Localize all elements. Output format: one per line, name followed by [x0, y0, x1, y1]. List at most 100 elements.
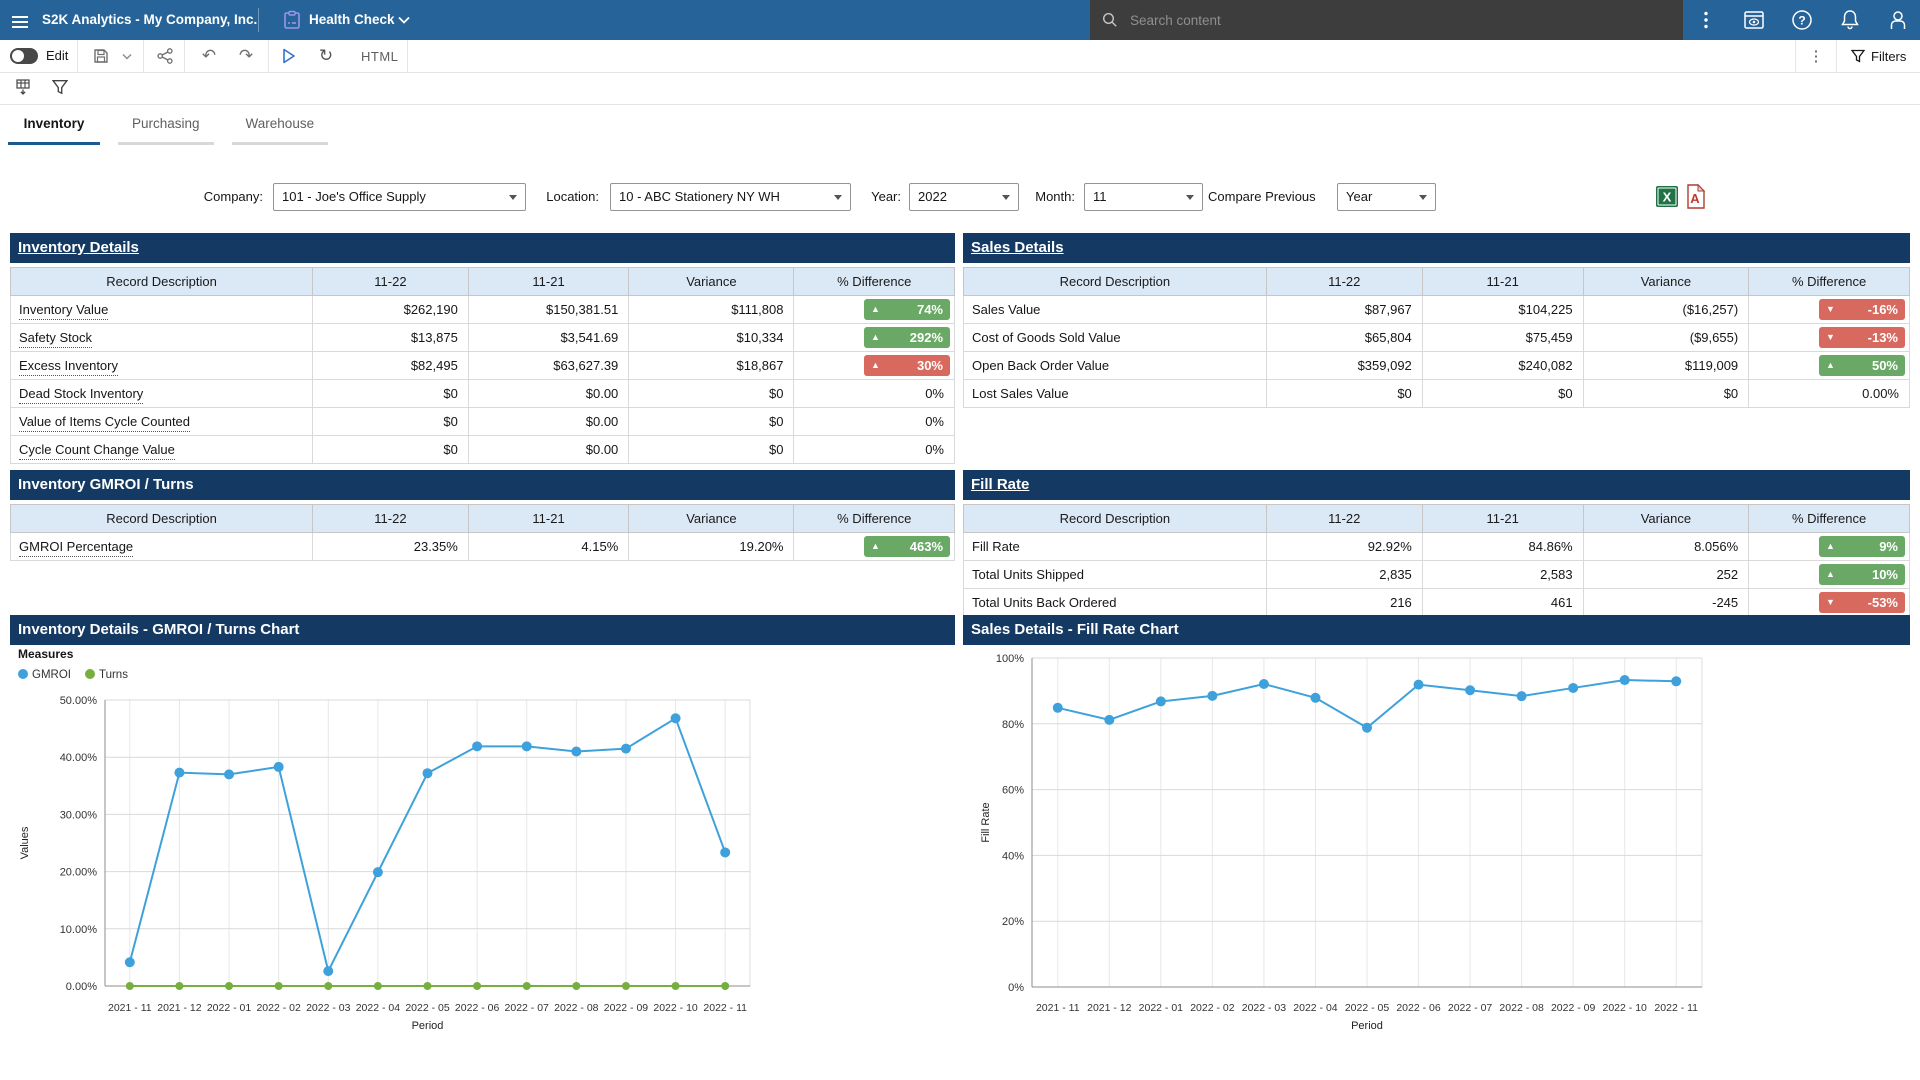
data-point[interactable]	[1207, 691, 1217, 701]
data-point[interactable]	[1362, 723, 1372, 733]
data-point[interactable]	[672, 982, 680, 990]
help-icon[interactable]: ?	[1786, 4, 1818, 36]
record-description-link[interactable]: GMROI Percentage	[19, 539, 133, 557]
gmroi-turns-chart-canvas[interactable]: 0.00%10.00%20.00%30.00%40.00%50.00%2021 …	[10, 645, 955, 1040]
global-search[interactable]	[1090, 0, 1683, 40]
record-description-link[interactable]: Value of Items Cycle Counted	[19, 414, 190, 432]
data-point[interactable]	[572, 982, 580, 990]
data-point[interactable]	[1053, 703, 1063, 713]
company-select[interactable]: 101 - Joe's Office Supply	[273, 183, 526, 211]
data-point[interactable]	[1568, 683, 1578, 693]
share-icon[interactable]	[152, 40, 178, 72]
data-point[interactable]	[1156, 696, 1166, 706]
fill-rate-panel: Fill Rate Record Description11-2211-21Va…	[963, 470, 1910, 617]
record-description-link[interactable]: Inventory Value	[19, 302, 108, 320]
tab-warehouse[interactable]: Warehouse	[232, 105, 329, 145]
record-description-link[interactable]: Safety Stock	[19, 330, 92, 348]
data-point[interactable]	[424, 982, 432, 990]
data-point[interactable]	[423, 768, 433, 778]
value-current: 92.92%	[1266, 533, 1422, 561]
month-select[interactable]: 11	[1084, 183, 1203, 211]
data-point[interactable]	[225, 982, 233, 990]
variance-value: $111,808	[629, 296, 794, 324]
data-point[interactable]	[472, 741, 482, 751]
data-point[interactable]	[671, 713, 681, 723]
data-point[interactable]	[622, 982, 630, 990]
html-view-button[interactable]: HTML	[355, 40, 404, 72]
inventory-details-title-link[interactable]: Inventory Details	[18, 239, 139, 256]
edit-mode-toggle[interactable]	[10, 48, 38, 64]
page-switcher-chevron-down-icon[interactable]	[388, 4, 420, 36]
data-point[interactable]	[1310, 693, 1320, 703]
record-description: Cost of Goods Sold Value	[972, 330, 1121, 345]
refresh-icon[interactable]: ↻	[313, 40, 339, 72]
data-point[interactable]	[621, 744, 631, 754]
data-point[interactable]	[522, 741, 532, 751]
save-icon[interactable]	[88, 40, 114, 72]
filters-button[interactable]: Filters	[1845, 40, 1912, 72]
data-point[interactable]	[324, 982, 332, 990]
compare-previous-label: Compare Previous	[1208, 183, 1330, 211]
data-point[interactable]	[720, 847, 730, 857]
percent-difference-value: 0%	[925, 442, 954, 457]
data-point[interactable]	[274, 762, 284, 772]
data-point[interactable]	[125, 957, 135, 967]
legend-item-gmroi[interactable]: GMROI	[18, 669, 71, 681]
export-excel-icon[interactable]: X	[1655, 185, 1679, 211]
data-point[interactable]	[373, 867, 383, 877]
value-previous: 84.86%	[1422, 533, 1583, 561]
data-point[interactable]	[1671, 676, 1681, 686]
data-point[interactable]	[523, 982, 531, 990]
location-select[interactable]: 10 - ABC Stationery NY WH	[610, 183, 851, 211]
data-point[interactable]	[1465, 685, 1475, 695]
trend-up-icon: ▲	[1826, 564, 1835, 585]
notifications-bell-icon[interactable]	[1834, 4, 1866, 36]
hamburger-menu-icon[interactable]	[10, 10, 32, 30]
record-description-link[interactable]: Excess Inventory	[19, 358, 118, 376]
export-table-icon[interactable]	[8, 73, 40, 104]
data-point[interactable]	[175, 982, 183, 990]
preview-window-icon[interactable]	[1738, 4, 1770, 36]
record-description-link[interactable]: Dead Stock Inventory	[19, 386, 143, 404]
legend-item-turns[interactable]: Turns	[85, 669, 128, 681]
data-point[interactable]	[571, 746, 581, 756]
difference-cell: 0.00%	[1749, 380, 1910, 408]
data-point[interactable]	[1259, 679, 1269, 689]
data-point[interactable]	[1104, 715, 1114, 725]
undo-icon[interactable]: ↶	[196, 40, 222, 72]
data-point[interactable]	[323, 966, 333, 976]
run-play-icon[interactable]	[276, 40, 302, 72]
compare-previous-select[interactable]: Year	[1337, 183, 1436, 211]
data-point[interactable]	[174, 768, 184, 778]
more-options-kebab-icon[interactable]	[1690, 4, 1722, 36]
tab-inventory[interactable]: Inventory	[8, 105, 100, 145]
data-point[interactable]	[721, 982, 729, 990]
data-point[interactable]	[1414, 680, 1424, 690]
data-point[interactable]	[1620, 675, 1630, 685]
sales-details-title-link[interactable]: Sales Details	[971, 239, 1064, 256]
year-select[interactable]: 2022	[909, 183, 1019, 211]
data-point[interactable]	[473, 982, 481, 990]
value-current: $359,092	[1266, 352, 1422, 380]
data-point[interactable]	[1517, 691, 1527, 701]
data-point[interactable]	[374, 982, 382, 990]
fill-rate-chart-canvas[interactable]: 0%20%40%60%80%100%2021 - 112021 - 122022…	[963, 645, 1910, 1040]
record-description-link[interactable]: Cycle Count Change Value	[19, 442, 175, 460]
redo-icon[interactable]: ↷	[233, 40, 259, 72]
toolbar-kebab-icon[interactable]: ⋮	[1805, 40, 1827, 72]
search-input[interactable]	[1128, 12, 1648, 29]
user-profile-icon[interactable]	[1882, 4, 1914, 36]
trend-down-icon: ▼	[1826, 327, 1835, 348]
data-point[interactable]	[126, 982, 134, 990]
table-row: GMROI Percentage23.35%4.15%19.20%▲463%	[11, 533, 955, 561]
save-options-chevron-down-icon[interactable]	[118, 40, 136, 72]
quick-filter-funnel-icon[interactable]	[44, 73, 76, 104]
percent-difference-value: 30%	[917, 358, 943, 373]
variance-value: $0	[1583, 380, 1749, 408]
tab-purchasing[interactable]: Purchasing	[118, 105, 214, 145]
report-tabs: Inventory Purchasing Warehouse	[8, 105, 328, 145]
data-point[interactable]	[224, 769, 234, 779]
data-point[interactable]	[275, 982, 283, 990]
export-pdf-icon[interactable]: A	[1684, 184, 1706, 212]
fill-rate-title-link[interactable]: Fill Rate	[971, 476, 1029, 493]
